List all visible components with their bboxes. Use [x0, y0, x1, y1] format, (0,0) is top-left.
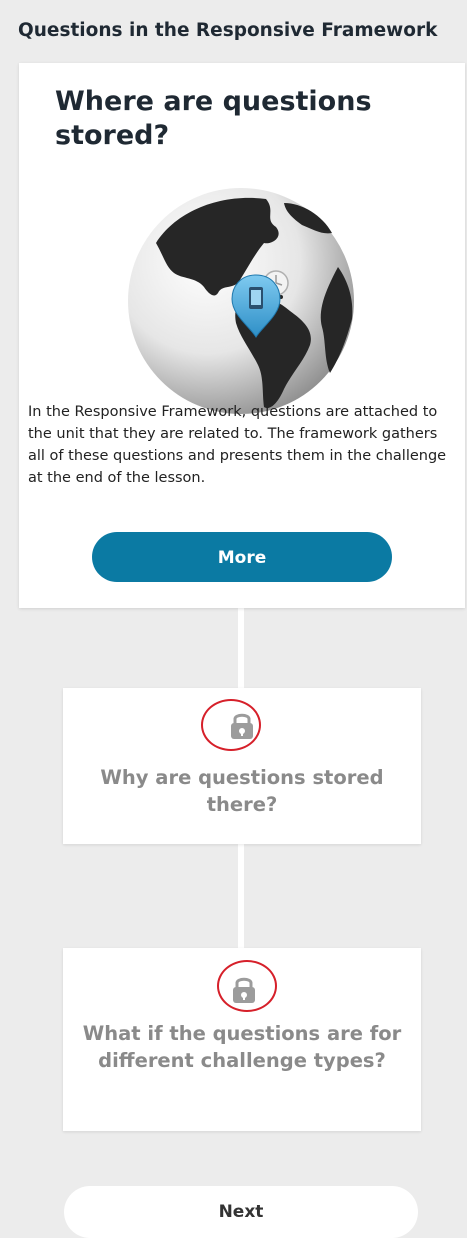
connector-line-2	[238, 844, 244, 948]
globe-with-location-pin-icon	[126, 181, 366, 421]
locked-card-title: Why are questions stored there?	[100, 766, 384, 816]
lock-icon	[229, 974, 259, 1004]
page-title: Questions in the Responsive Framework	[18, 20, 438, 41]
lesson-card-locked-1[interactable]: Why are questions stored there?	[63, 688, 421, 844]
lock-icon	[227, 710, 257, 740]
connector-line-1	[238, 608, 244, 688]
card-title: Where are questions stored?	[55, 86, 372, 151]
lesson-card-locked-2[interactable]: What if the questions are for different …	[63, 948, 421, 1131]
next-button[interactable]: Next	[64, 1186, 418, 1238]
more-button[interactable]: More	[92, 532, 392, 582]
locked-card-title: What if the questions are for different …	[82, 1022, 402, 1072]
card-body-text: In the Responsive Framework, questions a…	[28, 404, 447, 486]
lesson-card-current: Where are questions stored? In the Respo…	[19, 63, 465, 608]
